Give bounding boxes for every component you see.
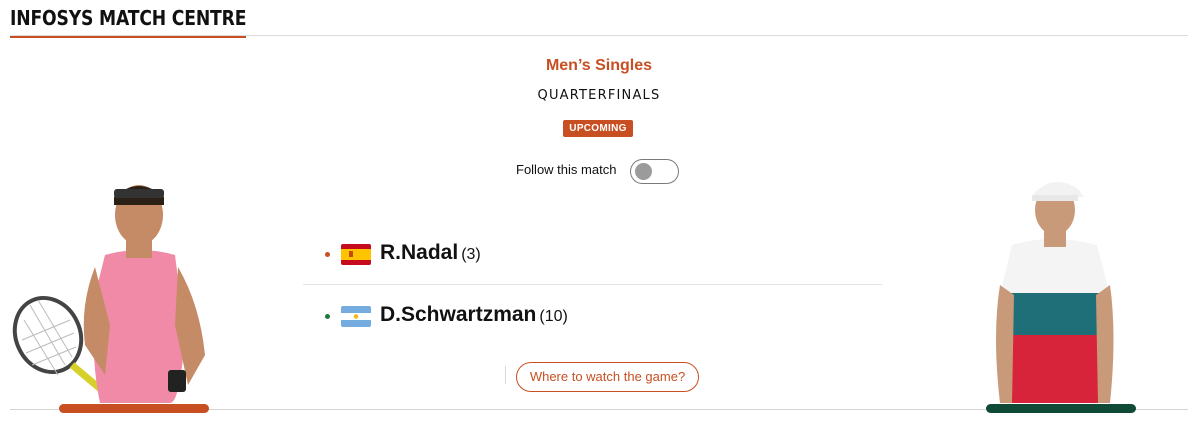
player-two-name-text: D.Schwartzman	[380, 303, 537, 326]
argentina-flag-icon	[341, 306, 371, 327]
event-name: Men’s Singles	[545, 57, 653, 74]
where-to-watch-button[interactable]: Where to watch the game?	[516, 362, 699, 392]
header-divider	[10, 35, 1188, 36]
follow-label: Follow this match	[516, 162, 617, 177]
match-centre-header: INFOSYS MATCH CENTRE	[10, 6, 285, 38]
player-one-name: R.Nadal (3)	[380, 241, 481, 265]
follow-toggle[interactable]	[630, 159, 679, 184]
player-two-name: D.Schwartzman (10)	[380, 303, 568, 327]
player-one-seed: (3)	[461, 246, 481, 263]
spain-flag-icon	[341, 244, 371, 265]
tick-divider	[505, 366, 506, 384]
player-two-photo	[996, 181, 1114, 403]
player-one-color-bar	[59, 404, 209, 413]
players-divider	[303, 284, 882, 285]
toggle-knob	[635, 163, 652, 180]
player-two-seed: (10)	[539, 308, 568, 325]
round-name: QUARTERFINALS	[537, 88, 661, 103]
player-two-dot	[325, 314, 330, 319]
page-title: INFOSYS MATCH CENTRE	[10, 6, 247, 30]
player-two-color-bar	[986, 404, 1136, 413]
player-one-photo	[12, 185, 205, 403]
player-one-dot	[325, 252, 330, 257]
player-one-name-text: R.Nadal	[380, 241, 459, 264]
status-badge: UPCOMING	[563, 120, 633, 137]
